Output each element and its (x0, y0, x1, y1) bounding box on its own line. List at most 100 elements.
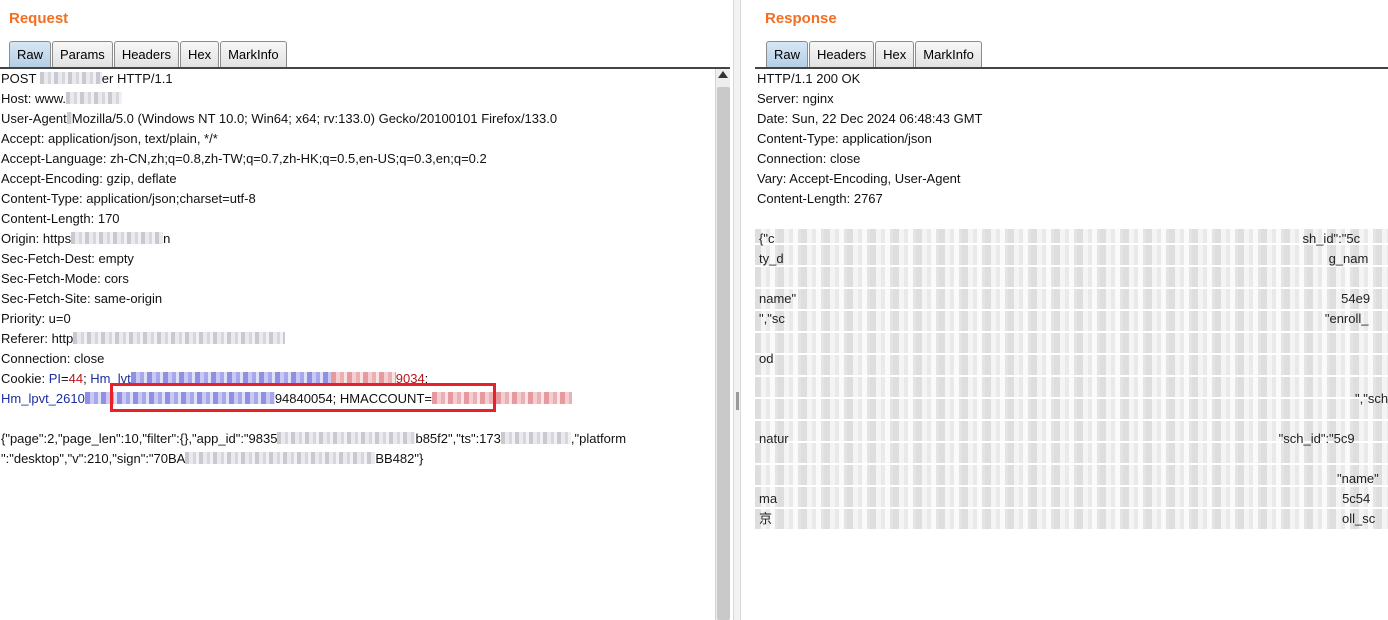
request-raw-editor[interactable]: POST er HTTP/1.1 Host: www. User-Agent Mo… (0, 69, 715, 620)
body-fragment: oll_sc (1342, 511, 1376, 526)
response-body-line (757, 449, 1388, 469)
body-fragment: ty_d (759, 251, 784, 266)
cookie-value: 44 (68, 371, 84, 386)
redacted-ts (500, 432, 571, 444)
connection-header: Connection: close (757, 151, 861, 166)
redacted-host (66, 92, 123, 104)
body-fragment: sh_id":"5c (1302, 231, 1361, 246)
user-agent-header: User-Agent Mozilla/5.0 (Windows NT 10.0; … (0, 109, 715, 129)
body-fragment: ma (759, 491, 778, 506)
sec-fetch-mode-header: Sec-Fetch-Mode: cors (1, 271, 129, 286)
cookie-label: Cookie: (1, 371, 49, 386)
response-pane: Response Raw Headers Hex MarkInfo HTTP/1… (755, 0, 1388, 620)
redacted-app-id (277, 432, 416, 444)
server-header: Server: nginx (757, 91, 834, 106)
response-body-line: ","sc "enroll_ (757, 309, 1388, 329)
response-body-line (757, 329, 1388, 349)
body-fragment: "enroll_ (1324, 311, 1369, 326)
request-body-text: b85f2","ts":173 (415, 431, 501, 446)
referer-header: Referer: http (0, 329, 715, 349)
request-tabs: Raw Params Headers Hex MarkInfo (9, 40, 288, 67)
request-body-text: ":"desktop","v":210,"sign":"70BA (1, 451, 186, 466)
origin-header-text: Origin: https (1, 231, 72, 246)
accept-encoding-header: Accept-Encoding: gzip, deflate (1, 171, 177, 186)
body-fragment: od (759, 351, 774, 366)
origin-header-tail: n (163, 231, 171, 246)
cookie-key: PI (48, 371, 61, 386)
content-type-header: Content-Type: application/json;charset=u… (1, 191, 256, 206)
body-fragment: {"c (759, 231, 775, 246)
request-tab-params[interactable]: Params (52, 41, 113, 67)
response-body-line: name" 54e9 (757, 289, 1388, 309)
response-tab-headers[interactable]: Headers (809, 41, 875, 67)
response-body-line (757, 369, 1388, 389)
response-body-line: 京 oll_sc (757, 509, 1388, 529)
response-tabs: Raw Headers Hex MarkInfo (766, 40, 983, 67)
response-raw-editor[interactable]: HTTP/1.1 200 OK Server: nginx Date: Sun,… (755, 69, 1388, 620)
response-body: {"c sh_id":"5c ty_d g_nam name" 54e9 ","sc "… (757, 229, 1388, 529)
response-body-line: natur "sch_id":"5c9 (757, 429, 1388, 449)
response-body-line: od (757, 349, 1388, 369)
request-tab-raw[interactable]: Raw (9, 41, 52, 67)
origin-header: Origin: https n (0, 229, 715, 249)
response-body-line: "name" (757, 469, 1388, 489)
response-body-line (757, 269, 1388, 289)
body-fragment: g_nam (1328, 251, 1369, 266)
body-fragment: 5c54 (1342, 491, 1371, 506)
body-fragment: 京 (759, 511, 773, 526)
date-header: Date: Sun, 22 Dec 2024 06:48:43 GMT (757, 111, 983, 126)
request-body-text: ,"platform (570, 431, 627, 446)
sign-highlight-box (110, 383, 496, 412)
redacted-origin (71, 232, 164, 244)
host-header-text: Host: www. (1, 91, 67, 106)
request-title: Request (9, 10, 69, 27)
user-agent-value: Mozilla/5.0 (Windows NT 10.0; Win64; x64… (71, 111, 558, 126)
vary-header: Vary: Accept-Encoding, User-Agent (757, 171, 961, 186)
body-fragment: 54e9 (1341, 291, 1371, 306)
request-scrollbar[interactable] (715, 69, 730, 620)
request-tab-markinfo[interactable]: MarkInfo (220, 41, 287, 67)
body-fragment: "name" (1337, 471, 1379, 486)
body-fragment: ","sch (1355, 391, 1388, 406)
response-tab-raw[interactable]: Raw (766, 41, 809, 67)
request-tab-headers[interactable]: Headers (113, 41, 179, 67)
response-body-line: ty_d g_nam (757, 249, 1388, 269)
content-type-header: Content-Type: application/json (757, 131, 932, 146)
sec-fetch-dest-header: Sec-Fetch-Dest: empty (1, 251, 134, 266)
request-line-text: er HTTP/1.1 (101, 71, 173, 86)
status-line: HTTP/1.1 200 OK (757, 71, 861, 86)
redacted-sign (185, 452, 376, 464)
cookie-eq: = (61, 371, 69, 386)
response-body-line: {"c sh_id":"5c (757, 229, 1388, 249)
body-fragment: "sch_id":"5c9 (1278, 431, 1355, 446)
connection-header: Connection: close (1, 351, 105, 366)
request-body-line: ":"desktop","v":210,"sign":"70BA BB482"} (0, 449, 715, 469)
splitter-grip-icon[interactable] (736, 392, 739, 410)
response-body-line (757, 409, 1388, 429)
request-method: POST (1, 71, 40, 86)
user-agent-name: User-Agent (1, 111, 67, 126)
sec-fetch-site-header: Sec-Fetch-Site: same-origin (1, 291, 163, 306)
request-line: POST er HTTP/1.1 (0, 69, 715, 89)
accept-language-header: Accept-Language: zh-CN,zh;q=0.8,zh-TW;q=… (1, 151, 487, 166)
referer-header-text: Referer: http (1, 331, 74, 346)
body-fragment: name" (759, 291, 797, 306)
host-header: Host: www. (0, 89, 715, 109)
response-tab-markinfo[interactable]: MarkInfo (915, 41, 982, 67)
response-body-line: ","sch (757, 389, 1388, 409)
redacted-referer (73, 332, 286, 344)
scroll-up-arrow-icon[interactable] (718, 71, 728, 78)
body-fragment: ","sc (759, 311, 785, 326)
content-length-header: Content-Length: 2767 (757, 191, 883, 206)
accept-header: Accept: application/json, text/plain, */… (1, 131, 218, 146)
scrollbar-thumb[interactable] (717, 87, 730, 620)
response-body-line: ma 5c54 (757, 489, 1388, 509)
response-title: Response (765, 10, 837, 27)
redacted-path (39, 72, 102, 84)
request-tab-hex[interactable]: Hex (179, 41, 220, 67)
pane-splitter[interactable] (733, 0, 741, 620)
content-length-header: Content-Length: 170 (1, 211, 120, 226)
request-body-text: BB482"} (375, 451, 424, 466)
response-tab-hex[interactable]: Hex (875, 41, 915, 67)
